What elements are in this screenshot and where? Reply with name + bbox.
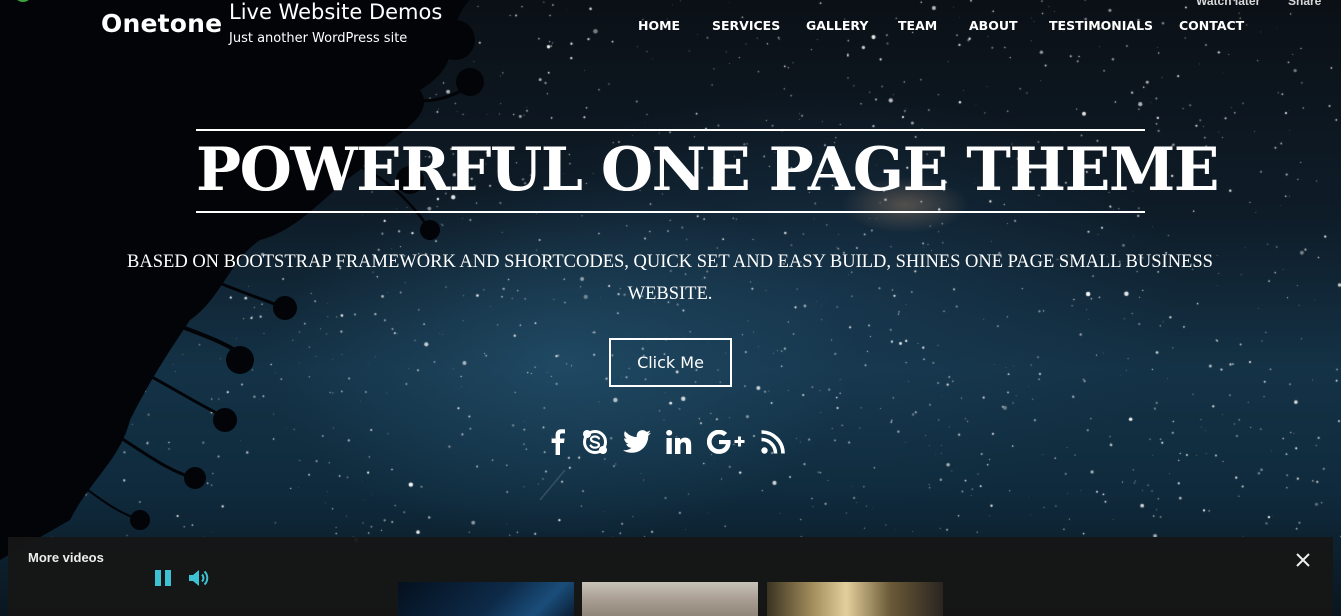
title-divider-top [196, 129, 1145, 131]
hero-title: POWERFUL ONE PAGE THEME [196, 135, 1219, 205]
nav-home[interactable]: HOME [638, 18, 680, 33]
title-divider-bottom [196, 211, 1145, 213]
more-videos-title: More videos [28, 550, 104, 565]
pause-icon[interactable] [153, 568, 173, 588]
nav-testimonials[interactable]: TESTIMONIALS [1049, 18, 1153, 33]
video-thumbnail[interactable] [398, 582, 574, 616]
close-icon[interactable] [1293, 550, 1313, 570]
google-plus-icon[interactable] [706, 426, 746, 458]
share-button[interactable]: Share [1288, 0, 1321, 8]
nav-gallery[interactable]: GALLERY [806, 18, 868, 33]
watch-later-button[interactable]: Watch later [1196, 0, 1260, 8]
volume-icon[interactable] [188, 568, 212, 588]
site-logo[interactable]: Onetone [101, 9, 222, 38]
site-tagline: Just another WordPress site [229, 31, 408, 46]
nav-contact[interactable]: CONTACT [1179, 18, 1244, 33]
more-videos-panel: More videos [8, 537, 1333, 616]
nav-services[interactable]: SERVICES [712, 18, 780, 33]
hero-section: Watch later Share Onetone Live Website D… [0, 0, 1341, 616]
video-thumbnail[interactable] [767, 582, 943, 616]
linkedin-icon[interactable] [663, 426, 695, 458]
nav-about[interactable]: ABOUT [969, 18, 1018, 33]
nav-team[interactable]: TEAM [898, 18, 937, 33]
click-me-button[interactable]: Click Me [609, 338, 732, 387]
video-thumbnail[interactable] [582, 582, 758, 616]
rss-icon[interactable] [757, 426, 789, 458]
twitter-icon[interactable] [621, 426, 653, 458]
facebook-icon[interactable] [542, 426, 574, 458]
site-title[interactable]: Live Website Demos [229, 0, 442, 24]
hero-subtitle: BASED ON BOOTSTRAP FRAMEWORK AND SHORTCO… [127, 252, 1213, 304]
skype-icon[interactable] [579, 426, 611, 458]
